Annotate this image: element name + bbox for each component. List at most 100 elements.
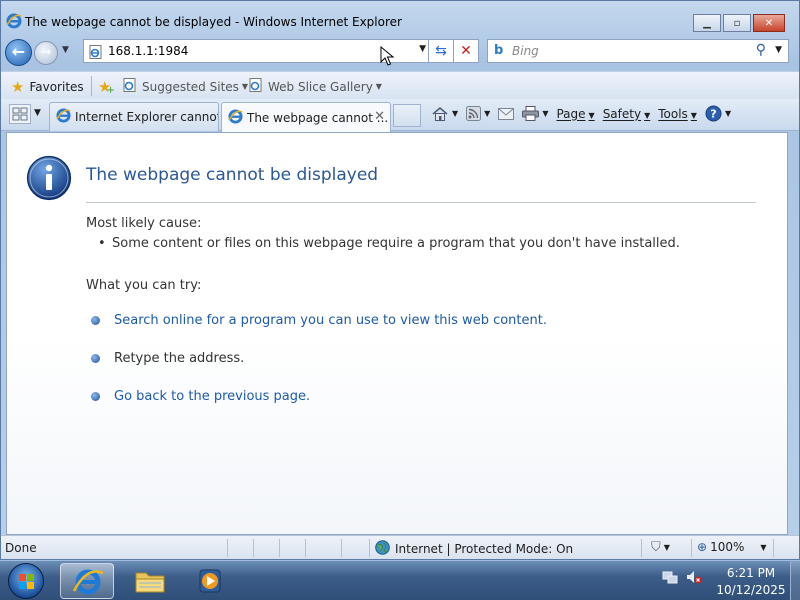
chevron-down-icon: ▼ — [690, 110, 697, 120]
taskbar-windows-explorer[interactable] — [124, 563, 178, 599]
bing-logo-icon: b — [494, 43, 504, 58]
tools-menu[interactable]: Tools ▼ — [658, 107, 697, 121]
title-divider — [86, 202, 756, 203]
page-content: The webpage cannot be displayed Most lik… — [6, 132, 788, 535]
web-slice-gallery-link[interactable]: Web Slice Gallery ▼ — [249, 78, 382, 95]
minimize-button[interactable]: ▁ — [693, 14, 721, 32]
page-menu[interactable]: Page ▼ — [556, 107, 594, 121]
read-mail-button[interactable] — [498, 107, 515, 120]
ie-logo-icon — [6, 13, 22, 32]
help-button[interactable]: ? ▼ — [705, 105, 731, 122]
page-title: The webpage cannot be displayed — [86, 165, 379, 185]
zone-text: Internet | Protected Mode: On — [395, 542, 574, 556]
taskbar-internet-explorer[interactable] — [60, 563, 114, 599]
back-button[interactable]: ← — [5, 39, 32, 66]
favorites-label: Favorites — [29, 80, 84, 94]
tab-label: The webpage cannot ... — [247, 110, 389, 125]
favorites-bar: ★ Favorites ★ + Suggested Sites ▼ Web Sli… — [1, 71, 799, 99]
search-dropdown[interactable]: ▼ — [775, 45, 782, 55]
globe-icon — [375, 540, 390, 558]
page-menu-label: Page — [556, 106, 586, 121]
chevron-down-icon: ▼ — [724, 109, 732, 118]
zoom-icon: ⊕ — [697, 540, 708, 554]
mail-icon — [498, 107, 515, 120]
taskbar-media-player[interactable] — [184, 563, 238, 599]
show-desktop-button[interactable] — [790, 561, 800, 600]
home-button[interactable]: ▼ — [431, 106, 458, 122]
chevron-down-icon: ▼ — [588, 110, 595, 120]
tab-webpage-cannot[interactable]: The webpage cannot ... ✕ — [221, 102, 391, 132]
back-arrow-icon: ← — [11, 42, 26, 61]
address-text[interactable]: 168.1.1:1984 — [108, 44, 188, 58]
tab-list-dropdown[interactable]: ▼ — [34, 108, 41, 118]
cause-item: Some content or files on this webpage re… — [98, 236, 680, 251]
cause-label: Most likely cause: — [86, 216, 202, 231]
page-icon — [89, 45, 103, 62]
search-icon[interactable]: ⚲ — [756, 42, 766, 58]
ie-logo-icon — [228, 108, 243, 127]
safety-menu[interactable]: Safety ▼ — [603, 107, 651, 121]
maximize-icon: ▫ — [733, 17, 741, 29]
clock[interactable]: 6:21 PM 10/12/2025 — [712, 565, 790, 599]
chevron-down-icon: ▼ — [760, 542, 767, 552]
add-to-favorites-bar-button[interactable]: ★ + — [98, 78, 115, 96]
close-tab-icon[interactable]: ✕ — [374, 109, 385, 124]
refresh-button[interactable]: ⇆ — [429, 39, 454, 63]
svg-text:?: ? — [710, 108, 716, 121]
suggested-sites-link[interactable]: Suggested Sites ▼ — [123, 78, 248, 95]
feeds-button[interactable]: ▼ — [466, 106, 490, 121]
chevron-down-icon: ▼ — [241, 82, 249, 91]
print-button[interactable]: ▼ — [522, 106, 548, 121]
tab-internet-explorer-cannot[interactable]: Internet Explorer cannot ... — [49, 102, 219, 131]
chevron-down-icon: ▼ — [452, 109, 459, 118]
ie-page-icon — [249, 78, 263, 95]
help-icon: ? — [705, 105, 722, 122]
media-player-icon — [199, 569, 221, 593]
star-icon: ★ — [11, 78, 25, 96]
close-button[interactable]: ✕ — [753, 14, 785, 32]
address-dropdown[interactable]: ▼ — [419, 44, 426, 54]
protected-mode-button[interactable]: ⛉ ▼ — [651, 540, 670, 555]
security-zone[interactable]: Internet | Protected Mode: On — [375, 540, 573, 558]
zoom-control[interactable]: ⊕ 100% ▼ — [697, 540, 767, 554]
forward-button[interactable]: → — [34, 41, 58, 65]
favorites-button[interactable]: ★ Favorites — [11, 78, 84, 96]
close-icon: ✕ — [764, 17, 774, 29]
try-label: What you can try: — [86, 278, 202, 293]
taskbar: 6:21 PM 10/12/2025 — [0, 560, 800, 600]
stop-icon: ✕ — [460, 43, 472, 59]
web-slice-gallery-label: Web Slice Gallery — [268, 79, 373, 94]
tab-bar: ▼ Internet Explorer cannot ... The webpa… — [1, 99, 799, 132]
quick-tabs-icon — [12, 107, 28, 121]
window-title: The webpage cannot be displayed - Window… — [25, 15, 402, 29]
quick-tabs-button[interactable] — [9, 104, 31, 124]
chevron-down-icon: ▼ — [663, 543, 670, 552]
volume-muted-icon[interactable] — [686, 569, 702, 588]
address-bar[interactable]: 168.1.1:1984 ▼ — [83, 39, 429, 63]
chevron-down-icon: ▼ — [375, 82, 382, 91]
search-online-text[interactable]: Search online for a program you can use … — [114, 313, 547, 328]
new-tab-button[interactable] — [393, 104, 421, 127]
chevron-down-icon: ▼ — [484, 109, 491, 118]
go-back-link[interactable]: Go back to the previous page. — [91, 389, 310, 404]
safety-menu-label: Safety — [602, 106, 642, 121]
retype-address-item: Retype the address. — [91, 351, 244, 366]
stop-button[interactable]: ✕ — [454, 39, 479, 63]
suggested-sites-label: Suggested Sites — [142, 79, 239, 94]
start-button[interactable] — [8, 563, 44, 599]
search-box[interactable]: b Bing ⚲ ▼ — [487, 39, 789, 63]
rss-feed-icon — [466, 106, 482, 121]
chevron-down-icon: ▼ — [542, 109, 549, 118]
search-online-link[interactable]: Search online for a program you can use … — [91, 313, 547, 328]
recent-pages-dropdown[interactable]: ▼ — [62, 45, 69, 55]
ie-logo-icon — [56, 108, 71, 126]
status-bar: Done Internet | Protected Mode: On ⛉ ▼ ⊕… — [1, 535, 799, 559]
tab-label: Internet Explorer cannot ... — [75, 110, 219, 124]
retype-address-text: Retype the address. — [114, 351, 245, 366]
network-icon[interactable] — [662, 569, 678, 588]
tools-menu-label: Tools — [658, 106, 688, 121]
maximize-button[interactable]: ▫ — [723, 14, 751, 32]
go-back-text[interactable]: Go back to the previous page. — [114, 389, 310, 404]
title-bar[interactable]: The webpage cannot be displayed - Window… — [1, 1, 799, 35]
info-icon — [26, 155, 72, 204]
